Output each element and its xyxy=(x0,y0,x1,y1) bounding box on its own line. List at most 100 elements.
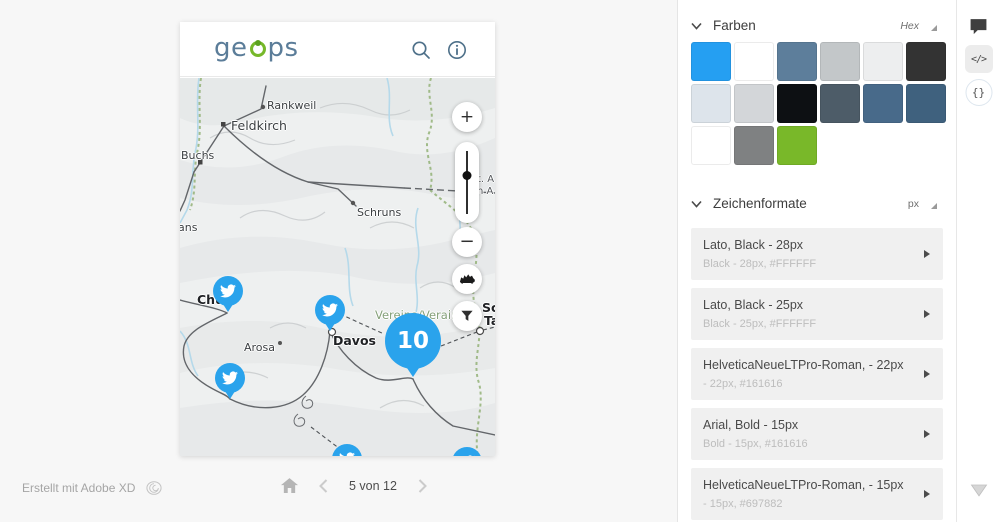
unit-dropdown-icon[interactable] xyxy=(931,25,937,31)
expand-arrow-icon[interactable] xyxy=(924,370,930,378)
geops-logo: ge ps xyxy=(214,35,299,61)
specs-view-button[interactable]: </> xyxy=(965,45,993,73)
color-swatch[interactable] xyxy=(691,126,731,165)
twitter-pin[interactable] xyxy=(215,363,245,402)
next-page-button[interactable] xyxy=(418,479,427,493)
map-label: Davos xyxy=(333,333,376,348)
expand-arrow-icon[interactable] xyxy=(924,250,930,258)
color-swatch[interactable] xyxy=(820,84,860,123)
map-label: Rankweil xyxy=(267,99,316,112)
type-style-card[interactable]: HelveticaNeueLTPro-Roman, - 15px - 15px,… xyxy=(691,468,943,520)
home-button[interactable] xyxy=(281,478,298,493)
animal-layer-button[interactable] xyxy=(452,264,482,294)
twitter-pin[interactable] xyxy=(315,295,345,334)
chevron-down-icon xyxy=(691,200,702,208)
send-icon xyxy=(969,481,989,499)
typography-section-title: Zeichenformate xyxy=(713,196,807,211)
type-style-subtitle: - 15px, #697882 xyxy=(703,498,931,510)
color-swatch[interactable] xyxy=(906,42,946,81)
cluster-pin[interactable]: 10 xyxy=(385,313,441,385)
type-style-card[interactable]: Lato, Black - 28px Black - 28px, #FFFFFF xyxy=(691,228,943,280)
color-swatch[interactable] xyxy=(863,84,903,123)
map-label: Schruns xyxy=(357,206,401,219)
prev-page-button[interactable] xyxy=(319,479,328,493)
tool-rail: </> {} xyxy=(956,0,1000,522)
type-style-list: Lato, Black - 28px Black - 28px, #FFFFFF… xyxy=(691,228,943,520)
zoom-slider-track xyxy=(466,151,468,214)
map-canvas[interactable]: Rankweil Feldkirch Buchs ans Schruns Chu… xyxy=(180,78,495,456)
twitter-bird-icon xyxy=(339,451,355,456)
send-feedback-button[interactable] xyxy=(967,478,991,502)
spec-panel: Farben Hex xyxy=(677,0,956,522)
type-style-card[interactable]: HelveticaNeueLTPro-Roman, - 22px - 22px,… xyxy=(691,348,943,400)
info-icon[interactable] xyxy=(445,38,469,62)
phone-artboard[interactable]: ge ps xyxy=(180,22,495,456)
unit-dropdown-icon[interactable] xyxy=(931,203,937,209)
prototype-pager: 5 von 12 xyxy=(281,478,427,493)
color-swatch[interactable] xyxy=(777,126,817,165)
map-label: n A xyxy=(477,186,493,197)
variables-button[interactable]: {} xyxy=(965,79,992,106)
braces-icon: {} xyxy=(972,86,985,99)
chevron-left-icon xyxy=(319,479,328,493)
filter-button[interactable] xyxy=(452,301,482,331)
expand-arrow-icon[interactable] xyxy=(924,310,930,318)
comments-button[interactable] xyxy=(969,17,989,37)
twitter-pin[interactable] xyxy=(213,276,243,315)
type-style-card[interactable]: Lato, Black - 25px Black - 25px, #FFFFFF xyxy=(691,288,943,340)
type-style-title: Arial, Bold - 15px xyxy=(703,418,931,432)
comment-bubble-icon xyxy=(969,18,988,36)
search-icon[interactable] xyxy=(409,38,433,62)
zoom-slider[interactable] xyxy=(455,142,479,223)
credit-bar: Erstellt mit Adobe XD xyxy=(22,480,165,496)
color-swatch[interactable] xyxy=(734,42,774,81)
color-swatch[interactable] xyxy=(777,84,817,123)
color-swatch[interactable] xyxy=(691,84,731,123)
colors-unit-label[interactable]: Hex xyxy=(900,20,919,32)
zoom-in-glyph: + xyxy=(460,107,474,127)
twitter-pin-partial[interactable] xyxy=(332,444,362,456)
twitter-bird-icon xyxy=(220,283,236,299)
type-style-title: HelveticaNeueLTPro-Roman, - 15px xyxy=(703,478,931,492)
color-swatch[interactable] xyxy=(906,84,946,123)
page-indicator: 5 von 12 xyxy=(349,479,397,493)
color-swatch[interactable] xyxy=(820,42,860,81)
twitter-bird-icon xyxy=(222,370,238,386)
chevron-right-icon xyxy=(418,479,427,493)
expand-arrow-icon[interactable] xyxy=(924,490,930,498)
map-label: Feldkirch xyxy=(231,118,287,133)
chevron-down-icon xyxy=(691,22,702,30)
color-swatch-grid xyxy=(691,42,943,165)
color-swatch[interactable] xyxy=(734,126,774,165)
twitter-bird-icon xyxy=(322,302,338,318)
twitter-bird-icon xyxy=(459,454,475,456)
color-swatch[interactable] xyxy=(863,42,903,81)
zoom-in-button[interactable]: + xyxy=(452,102,482,132)
expand-arrow-icon[interactable] xyxy=(924,430,930,438)
type-style-subtitle: - 22px, #161616 xyxy=(703,378,931,390)
zoom-out-glyph: − xyxy=(459,231,474,252)
logo-text-ge: ge xyxy=(214,35,248,61)
hedgehog-icon xyxy=(457,269,477,289)
cluster-count: 10 xyxy=(385,313,441,369)
home-icon xyxy=(281,478,298,493)
colors-section-title: Farben xyxy=(713,18,756,33)
creative-cloud-icon xyxy=(143,480,165,496)
map-label: Buchs xyxy=(181,149,214,162)
typography-section-header[interactable]: Zeichenformate px xyxy=(691,196,943,211)
twitter-pin-partial[interactable] xyxy=(452,447,482,456)
zoom-out-button[interactable]: − xyxy=(452,227,482,257)
type-style-subtitle: Bold - 15px, #161616 xyxy=(703,438,931,450)
color-swatch[interactable] xyxy=(777,42,817,81)
code-icon: </> xyxy=(971,54,986,65)
map-label: Tarasp xyxy=(484,313,495,328)
color-swatch[interactable] xyxy=(691,42,731,81)
type-style-card[interactable]: Arial, Bold - 15px Bold - 15px, #161616 xyxy=(691,408,943,460)
colors-section-header[interactable]: Farben Hex xyxy=(691,18,943,33)
typography-unit-label[interactable]: px xyxy=(908,198,919,210)
zoom-slider-knob[interactable] xyxy=(463,171,472,180)
map-label: ans xyxy=(180,221,197,234)
color-swatch[interactable] xyxy=(734,84,774,123)
logo-text-ps: ps xyxy=(268,35,299,61)
credit-text: Erstellt mit Adobe XD xyxy=(22,481,135,495)
